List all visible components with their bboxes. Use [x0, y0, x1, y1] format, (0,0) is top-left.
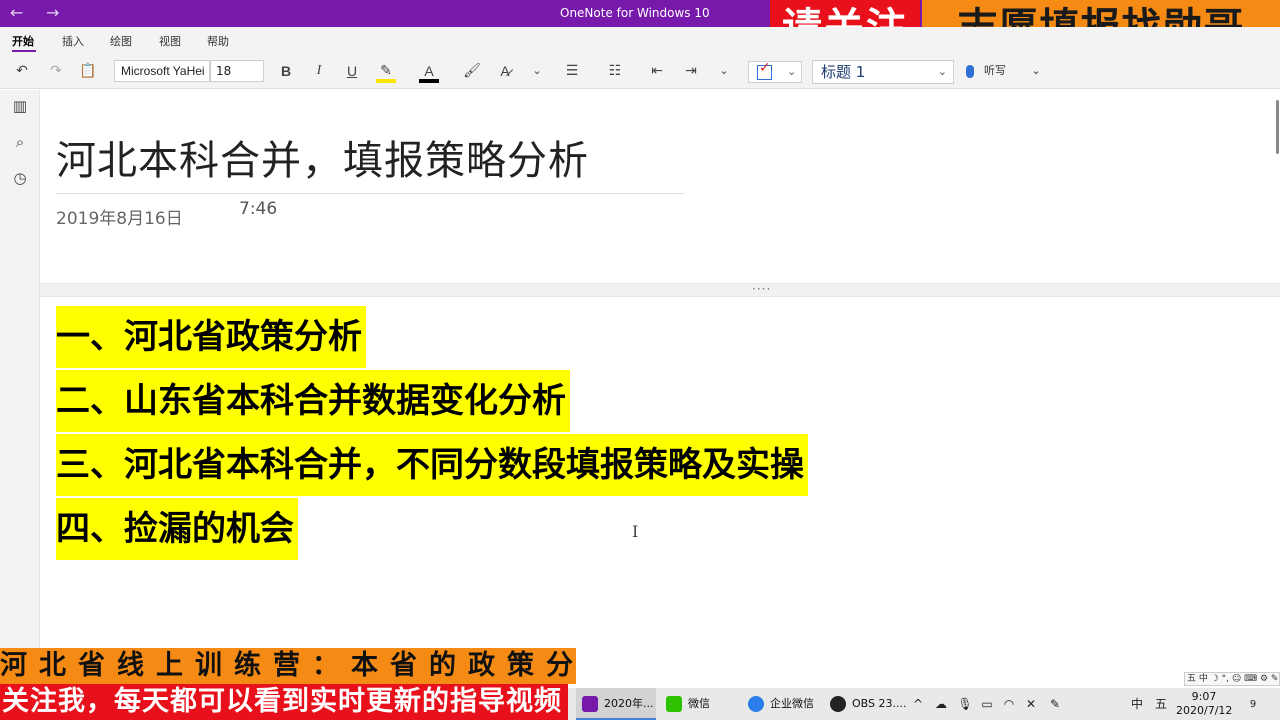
- style-select[interactable]: 标题 1 ⌄: [812, 60, 954, 84]
- recent-clock-icon[interactable]: ◷: [10, 168, 30, 188]
- title-divider: [56, 193, 684, 194]
- clock-time: 9:07: [1191, 690, 1217, 703]
- tab-help[interactable]: 帮助: [207, 33, 229, 49]
- font-size-field[interactable]: 18: [210, 60, 264, 82]
- promo-banner-top: 河北省线上训练营：本省的政策分析: [0, 648, 576, 684]
- wecom-icon: [748, 696, 764, 712]
- taskbar-item-label: 企业微信: [770, 697, 814, 710]
- tab-home[interactable]: 开始: [12, 33, 34, 49]
- chevron-down-icon[interactable]: ⌄: [529, 61, 545, 81]
- chevron-down-icon: ⌄: [937, 65, 947, 78]
- bold-button[interactable]: B: [276, 61, 296, 81]
- wechat-icon: [666, 696, 682, 712]
- onenote-icon: [582, 696, 598, 712]
- ime-chinese-indicator[interactable]: 中: [1128, 688, 1146, 720]
- bullet-list-icon[interactable]: ☰: [562, 61, 582, 81]
- dictate-button[interactable]: 听写 ⌄: [966, 61, 1041, 81]
- chevron-down-icon: ⌄: [1031, 64, 1041, 77]
- tab-view[interactable]: 视图: [159, 33, 181, 49]
- tray-overflow-icon[interactable]: ^: [910, 688, 926, 720]
- tab-insert[interactable]: 插入: [62, 33, 84, 49]
- notebooks-icon[interactable]: ▥: [10, 96, 30, 116]
- battery-icon[interactable]: ▭: [978, 688, 996, 720]
- obs-icon: [830, 696, 846, 712]
- underline-button[interactable]: U: [342, 61, 362, 81]
- page-title[interactable]: 河北本科合并，填报策略分析: [56, 128, 589, 186]
- checkmark-icon: ✓: [759, 60, 771, 76]
- format-painter-icon[interactable]: 🖌: [462, 61, 482, 81]
- notification-count: 9: [1249, 699, 1257, 710]
- forward-arrow-icon[interactable]: →: [46, 4, 59, 22]
- ime-wubi-indicator[interactable]: 五: [1152, 688, 1170, 720]
- outline-item-3[interactable]: 三、河北省本科合并，不同分数段填报策略及实操: [56, 434, 808, 496]
- dictate-label: 听写: [984, 64, 1006, 77]
- clear-format-icon[interactable]: A̷: [495, 61, 515, 81]
- taskbar-item-label: 微信: [688, 697, 710, 710]
- clock-date: 2020/7/12: [1176, 704, 1233, 717]
- taskbar-clock[interactable]: 9:07 2020/7/12: [1176, 688, 1232, 720]
- highlighter-icon[interactable]: ✎: [376, 61, 396, 83]
- outline-item-1[interactable]: 一、河北省政策分析: [56, 306, 366, 368]
- taskbar-item-obs[interactable]: OBS 23....: [824, 688, 906, 720]
- page-date: 2019年8月16日: [56, 209, 183, 229]
- chevron-down-icon[interactable]: ⌄: [716, 61, 732, 81]
- style-value: 标题 1: [821, 63, 866, 81]
- microphone-icon: [966, 64, 974, 78]
- container-splitter[interactable]: ····: [40, 283, 1280, 297]
- mic-tray-icon[interactable]: 🎙: [956, 688, 974, 720]
- active-tab-indicator: [12, 50, 36, 52]
- back-arrow-icon[interactable]: ←: [10, 4, 23, 22]
- indent-icon[interactable]: ⇥: [681, 61, 701, 81]
- text-cursor-icon: I: [632, 522, 639, 541]
- notification-icon[interactable]: 9: [1244, 695, 1262, 713]
- taskbar-item-label: 2020年...: [604, 697, 654, 710]
- taskbar-item-wecom[interactable]: 企业微信: [742, 688, 822, 720]
- onedrive-icon[interactable]: ☁: [932, 688, 950, 720]
- taskbar-item-onenote[interactable]: 2020年...: [576, 688, 656, 720]
- ribbon-toolbar: ↶ ↷ 📋 Microsoft YaHei 18 B I U ✎ A 🖌 A̷ …: [0, 53, 1280, 89]
- taskbar: 2020年... 微信 企业微信 OBS 23.... ^ ☁ 🎙 ▭ ◠ ✕ …: [568, 688, 1280, 720]
- outline-item-2[interactable]: 二、山东省本科合并数据变化分析: [56, 370, 570, 432]
- undo-icon[interactable]: ↶: [12, 61, 32, 81]
- page-time: 7:46: [239, 199, 278, 219]
- chevron-down-icon: ⌄: [787, 65, 797, 78]
- todo-tag-button[interactable]: ✓ ⌄: [748, 60, 802, 83]
- numbered-list-icon[interactable]: ☷: [605, 61, 625, 81]
- ime-toolbar[interactable]: 五 中 ☽ °, ☺ ⌨ ⚙ ✎ ☰: [1184, 672, 1280, 686]
- redo-icon[interactable]: ↷: [46, 61, 66, 81]
- volume-mute-icon[interactable]: ✕: [1022, 688, 1040, 720]
- pen-icon[interactable]: ✎: [1046, 688, 1064, 720]
- ribbon-tabs: 开始 插入 绘图 视图 帮助: [0, 27, 1280, 53]
- promo-banner-bottom: 关注我，每天都可以看到实时更新的指导视频: [0, 684, 568, 720]
- outline-item-4[interactable]: 四、捡漏的机会: [56, 498, 298, 560]
- drag-handle-icon[interactable]: ····: [752, 283, 771, 295]
- app-title: OneNote for Windows 10: [560, 6, 710, 20]
- outdent-icon[interactable]: ⇤: [647, 61, 667, 81]
- left-rail: ▥ ⌕ ◷: [0, 90, 40, 650]
- taskbar-item-wechat[interactable]: 微信: [660, 688, 740, 720]
- scrollbar[interactable]: [1276, 100, 1279, 154]
- wifi-icon[interactable]: ◠: [1000, 688, 1018, 720]
- font-name-field[interactable]: Microsoft YaHei: [114, 60, 210, 82]
- clipboard-icon[interactable]: 📋: [78, 61, 98, 81]
- font-color-button[interactable]: A: [419, 61, 439, 83]
- italic-button[interactable]: I: [309, 61, 329, 81]
- taskbar-item-label: OBS 23....: [852, 697, 907, 710]
- search-icon[interactable]: ⌕: [10, 132, 30, 152]
- tab-draw[interactable]: 绘图: [110, 33, 132, 49]
